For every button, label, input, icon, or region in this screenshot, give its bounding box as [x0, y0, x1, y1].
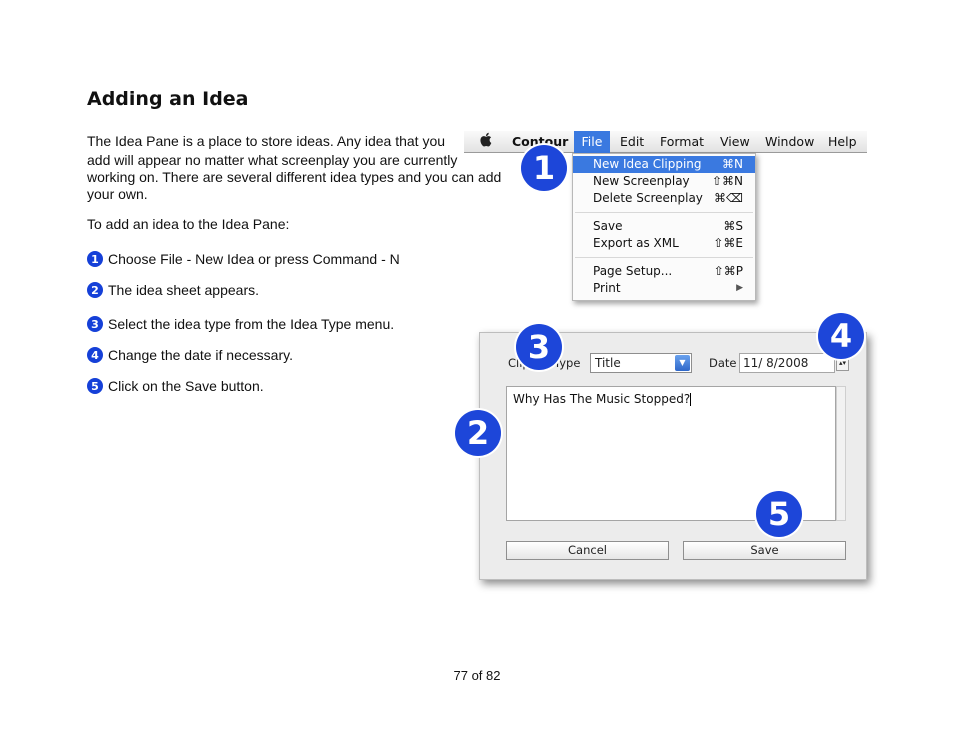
- menu-file[interactable]: File: [574, 131, 610, 153]
- menu-item-label: Print: [593, 281, 621, 295]
- menu-item-label: New Idea Clipping: [593, 157, 702, 171]
- idea-text-value: Why Has The Music Stopped?: [513, 392, 691, 406]
- step-3: 3 Select the idea type from the Idea Typ…: [87, 316, 394, 332]
- callout-3: 3: [516, 324, 562, 370]
- step-4: 4 Change the date if necessary.: [87, 347, 293, 363]
- callout-4: 4: [818, 313, 864, 359]
- menu-item-new-screenplay[interactable]: New Screenplay ⇧⌘N: [573, 173, 755, 190]
- callout-1: 1: [521, 145, 567, 191]
- menu-item-label: Page Setup...: [593, 264, 673, 278]
- idea-type-popup[interactable]: Title ▼: [590, 353, 692, 373]
- menu-item-shortcut: ⌘⌫: [714, 191, 743, 205]
- menu-item-save[interactable]: Save ⌘S: [573, 218, 755, 235]
- menu-item-shortcut: ⇧⌘P: [713, 264, 743, 278]
- save-button[interactable]: Save: [683, 541, 846, 560]
- step-text: Click on the Save button.: [108, 378, 264, 394]
- menu-edit[interactable]: Edit: [620, 134, 644, 149]
- menu-item-page-setup[interactable]: Page Setup... ⇧⌘P: [573, 263, 755, 280]
- callout-5: 5: [756, 491, 802, 537]
- step-5: 5 Click on the Save button.: [87, 378, 264, 394]
- menu-item-label: Export as XML: [593, 236, 679, 250]
- page-title: Adding an Idea: [87, 88, 249, 110]
- file-menu-dropdown: New Idea Clipping ⌘N New Screenplay ⇧⌘N …: [572, 153, 756, 301]
- menu-item-shortcut: ⌘S: [723, 219, 743, 233]
- step-number-badge: 3: [87, 316, 103, 332]
- cancel-button[interactable]: Cancel: [506, 541, 669, 560]
- step-number-badge: 4: [87, 347, 103, 363]
- menu-format[interactable]: Format: [660, 134, 704, 149]
- page-number: 77 of 82: [453, 668, 501, 683]
- menu-help[interactable]: Help: [828, 134, 857, 149]
- menu-item-new-idea-clipping[interactable]: New Idea Clipping ⌘N: [573, 156, 755, 173]
- submenu-arrow-icon: ▶: [736, 283, 743, 293]
- step-text: The idea sheet appears.: [108, 282, 259, 298]
- menu-item-label: New Screenplay: [593, 174, 690, 188]
- menu-item-print[interactable]: Print ▶: [573, 280, 755, 297]
- callout-2: 2: [455, 410, 501, 456]
- step-text: Choose File - New Idea or press Command …: [108, 251, 400, 267]
- popup-arrow-icon: ▼: [675, 355, 690, 371]
- menu-window[interactable]: Window: [765, 134, 814, 149]
- menu-item-delete-screenplay[interactable]: Delete Screenplay ⌘⌫: [573, 190, 755, 207]
- step-number-badge: 2: [87, 282, 103, 298]
- menu-item-shortcut: ⇧⌘E: [713, 236, 743, 250]
- step-1: 1 Choose File - New Idea or press Comman…: [87, 251, 400, 267]
- menu-item-label: Save: [593, 219, 623, 233]
- step-text: Select the idea type from the Idea Type …: [108, 316, 395, 332]
- text-caret: [690, 393, 692, 406]
- step-number-badge: 5: [87, 378, 103, 394]
- intro-text-line2: add will appear no matter what screenpla…: [87, 152, 502, 202]
- date-field[interactable]: 11/ 8/2008: [739, 353, 835, 373]
- apple-icon[interactable]: [480, 132, 493, 151]
- date-label: Date: [709, 356, 737, 370]
- menu-separator: [575, 257, 753, 258]
- instructions-heading: To add an idea to the Idea Pane:: [87, 216, 290, 232]
- step-2: 2 The idea sheet appears.: [87, 282, 259, 298]
- step-text: Change the date if necessary.: [108, 347, 293, 363]
- menu-item-shortcut: ⇧⌘N: [711, 174, 743, 188]
- text-scrollbar[interactable]: [836, 386, 846, 521]
- intro-text-line1: The Idea Pane is a place to store ideas.…: [87, 133, 446, 149]
- idea-type-value: Title: [595, 356, 621, 370]
- menu-view[interactable]: View: [720, 134, 750, 149]
- menu-item-shortcut: ⌘N: [722, 157, 743, 171]
- menu-separator: [575, 212, 753, 213]
- menu-item-export-xml[interactable]: Export as XML ⇧⌘E: [573, 235, 755, 252]
- menu-bar: Contour File Edit Format View Window Hel…: [464, 131, 867, 153]
- menu-item-label: Delete Screenplay: [593, 191, 703, 205]
- step-number-badge: 1: [87, 251, 103, 267]
